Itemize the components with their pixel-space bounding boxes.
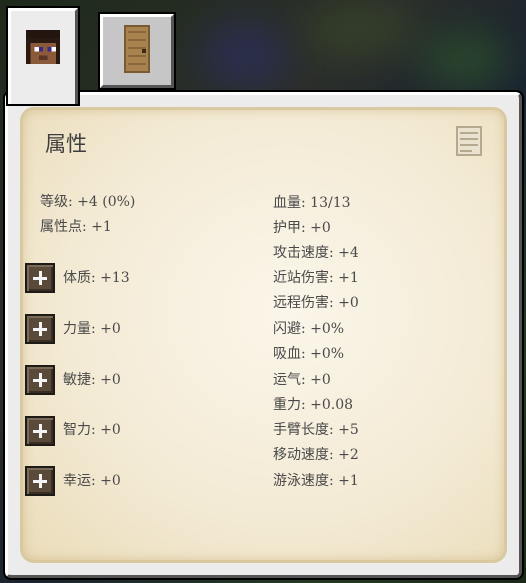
background-blob [300,0,420,60]
attribute-points-text: 属性点: +1 [40,219,112,235]
add-constitution-button[interactable] [25,263,55,293]
stat-lifesteal: 吸血: +0% [273,346,345,362]
add-luck-button[interactable] [25,466,55,496]
attribute-luck: 幸运: +0 [63,473,121,489]
scroll-icon[interactable] [452,124,486,162]
attribute-agility: 敏捷: +0 [63,372,121,388]
level-text: 等级: +4 (0%) [40,194,136,210]
stat-luck: 运气: +0 [273,372,331,388]
background-blob [200,20,290,90]
attribute-intelligence: 智力: +0 [63,422,121,438]
door-icon [124,25,150,77]
tab-door[interactable] [98,12,176,90]
stat-armor: 护甲: +0 [273,220,331,236]
stat-health: 血量: 13/13 [273,195,351,211]
stat-attack-speed: 攻击速度: +4 [273,245,359,261]
stat-arm-length: 手臂长度: +5 [273,422,359,438]
add-agility-button[interactable] [25,365,55,395]
attribute-constitution: 体质: +13 [63,270,130,286]
stat-gravity: 重力: +0.08 [273,397,354,413]
stat-ranged-damage: 远程伤害: +0 [273,295,359,311]
background-blob [420,30,510,90]
stat-swim-speed: 游泳速度: +1 [273,473,359,489]
panel-title: 属性 [45,132,87,156]
stat-melee-damage: 近站伤害: +1 [273,270,359,286]
add-intelligence-button[interactable] [25,416,55,446]
player-head-icon [26,30,60,68]
add-strength-button[interactable] [25,314,55,344]
tab-attributes[interactable] [6,6,80,106]
stat-move-speed: 移动速度: +2 [273,447,359,463]
stat-dodge: 闪避: +0% [273,321,345,337]
attribute-strength: 力量: +0 [63,321,121,337]
